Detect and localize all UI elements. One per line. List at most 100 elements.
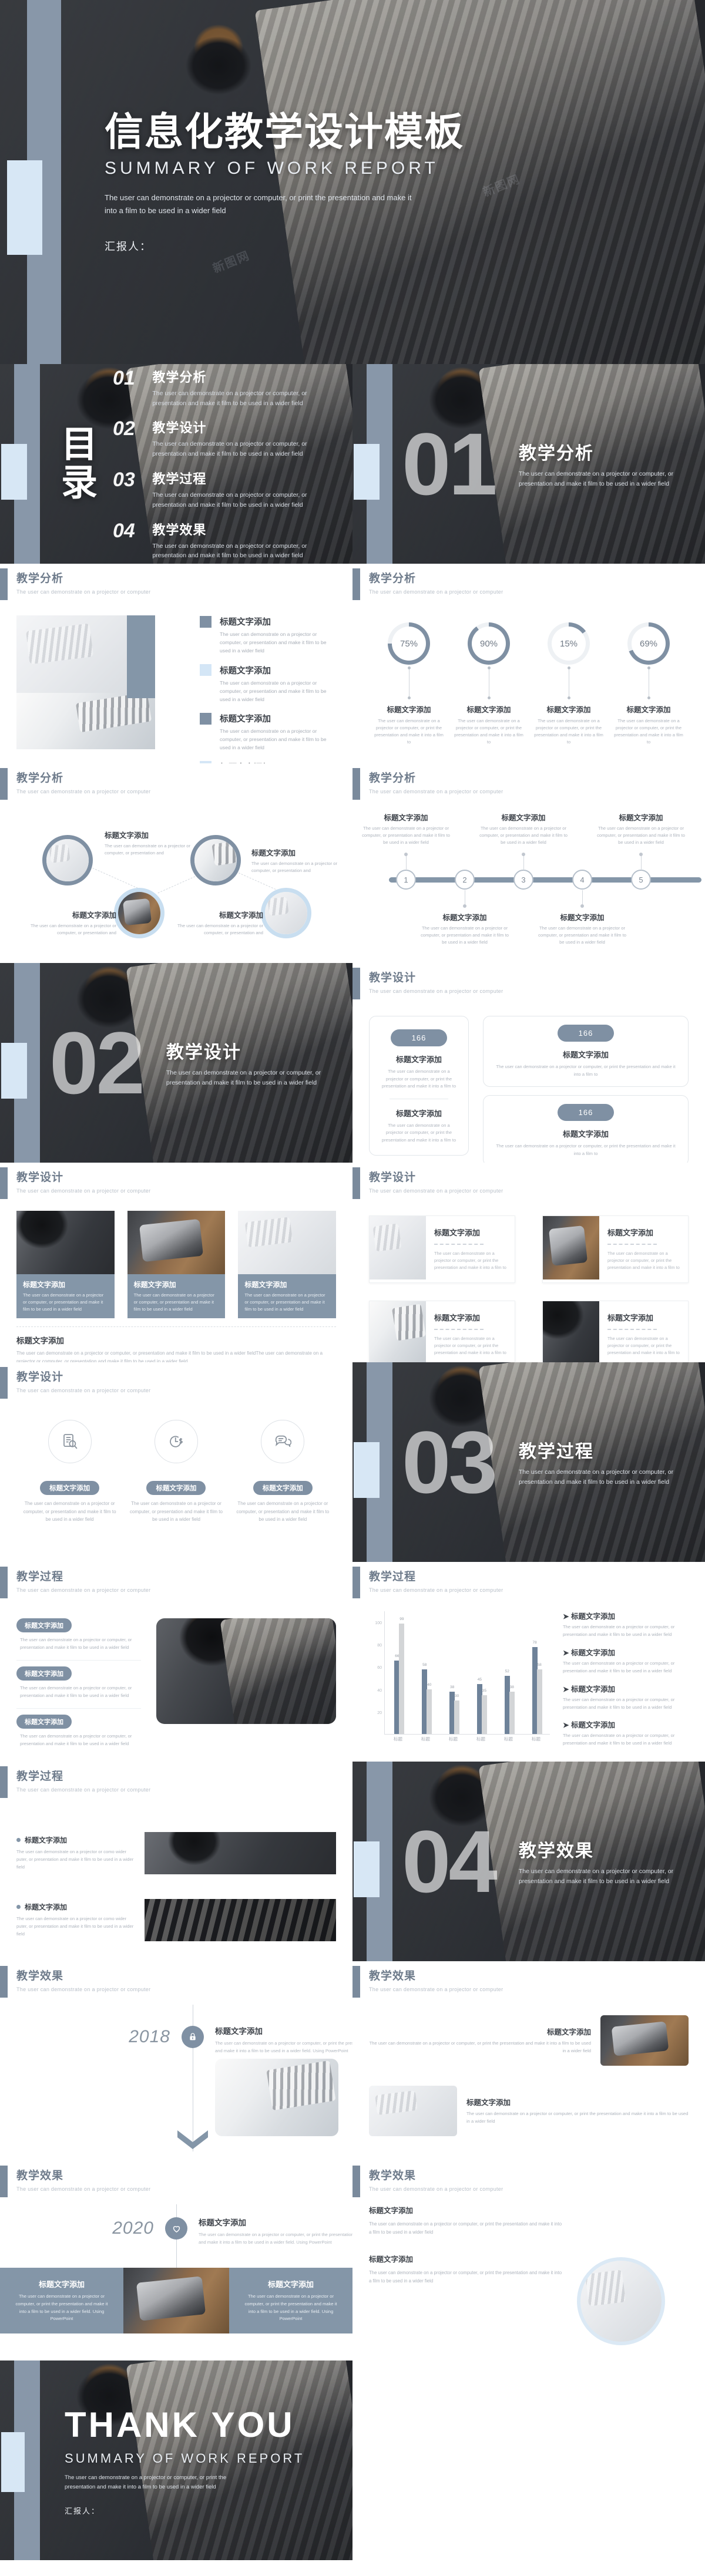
thanks-presenter: 汇报人： [65,2507,100,2516]
network-title: 标题文字添加 [251,849,296,857]
page-title: 教学分析 [369,573,417,585]
list-item-desc: The user can demonstrate on a projector … [20,1685,132,1698]
header-accent [352,968,360,999]
donut-title: 标题文字添加 [626,706,671,714]
timeline-title: 标题文字添加 [560,914,605,922]
thanks-title: THANK YOU [65,2405,295,2444]
toc-item[interactable]: 04 教学效果 The user can demonstrate on a pr… [113,520,311,561]
toc-item-desc: The user can demonstrate on a projector … [152,491,307,509]
network-node[interactable] [42,835,93,885]
icon-card-group: 标题文字添加 The user can demonstrate on a pro… [16,1406,336,1553]
toc-item[interactable]: 03 教学过程 The user can demonstrate on a pr… [113,469,311,510]
timeline-node[interactable]: 3 [513,870,533,890]
section-desc: The user can demonstrate on a projector … [518,1469,674,1486]
grid-card[interactable]: 标题文字添加 The user can demonstrate on a pro… [542,1215,689,1283]
slide-header: 教学设计 The user can demonstrate on a proje… [352,963,503,999]
band-image [123,2268,229,2333]
banner-row[interactable]: 标题文字添加 The user can demonstrate on a pro… [16,1899,336,1941]
card-title: 标题文字添加 [253,1481,313,1495]
section-number: 04 [402,1812,498,1911]
card-group: 166 标题文字添加 The user can demonstrate on a… [369,1006,689,1163]
bar: 38 [509,1685,515,1734]
toc-item-label: 教学设计 [152,420,207,436]
photo-card[interactable]: 标题文字添加 The user can demonstrate on a pro… [238,1211,337,1319]
page-title: 教学过程 [16,1770,64,1783]
list-item[interactable]: 标题文字添加 The user can demonstrate on a pro… [16,1618,141,1661]
banner-row[interactable]: 标题文字添加 The user can demonstrate on a pro… [16,1832,336,1874]
header-accent [0,568,8,600]
list-item[interactable]: ➤ 标题文字添加 The user can demonstrate on a p… [563,1646,689,1675]
grid-card[interactable]: 标题文字添加 The user can demonstrate on a pro… [369,1300,515,1362]
donut-item[interactable]: 75% 标题文字添加 The user can demonstrate on a… [372,622,445,754]
bar-value-label: 78 [532,1640,537,1645]
clock-dollar-icon [154,1420,198,1463]
list-item[interactable]: ➤ 标题文字添加 The user can demonstrate on a p… [563,1683,689,1712]
effect-row[interactable]: 标题文字添加 The user can demonstrate on a pro… [369,2015,689,2066]
heart-icon [165,2217,187,2240]
timeline-node[interactable]: 4 [572,870,592,890]
grid-card[interactable]: 标题文字添加 The user can demonstrate on a pro… [369,1215,515,1283]
slide-analysis-bullets: 教学分析 The user can demonstrate on a proje… [0,564,352,763]
list-item[interactable]: ➤ 标题文字添加 The user can demonstrate on a p… [563,1719,689,1747]
slide-header: 教学过程 The user can demonstrate on a proje… [0,1762,150,1798]
list-item[interactable]: 标题文字添加 The user can demonstrate on a pro… [16,1666,141,1709]
card[interactable]: 166 标题文字添加 The user can demonstrate on a… [483,1016,689,1087]
list-item[interactable]: 标题文字添加 The user can demonstrate on a pro… [200,615,336,655]
slide-process-pills: 教学过程 The user can demonstrate on a proje… [0,1562,352,1762]
icon-card[interactable]: 标题文字添加 The user can demonstrate on a pro… [21,1420,119,1553]
network-node[interactable] [114,888,164,938]
page-subtitle: The user can demonstrate on a projector … [16,589,151,595]
timeline-desc: The user can demonstrate on a projector … [538,925,626,945]
list-item[interactable]: ➤ 标题文字添加 The user can demonstrate on a p… [563,1610,689,1639]
toc-item[interactable]: 02 教学设计 The user can demonstrate on a pr… [113,417,311,459]
divider [434,1328,484,1330]
effect-row[interactable]: 标题文字添加 The user can demonstrate on a pro… [369,2086,689,2136]
thanks-accent-square [1,2432,25,2493]
donut-item[interactable]: 90% 标题文字添加 The user can demonstrate on a… [452,622,525,754]
card[interactable]: 166 标题文字添加 The user can demonstrate on a… [369,1016,469,1156]
page-title: 教学效果 [369,1970,417,1982]
icon-card[interactable]: 标题文字添加 The user can demonstrate on a pro… [233,1420,332,1553]
card-desc: The user can demonstrate on a projector … [23,1501,116,1523]
list-item[interactable]: 标题文字添加 The user can demonstrate on a pro… [16,1714,141,1756]
slide-effect-last: 教学效果 The user can demonstrate on a proje… [352,2161,705,2361]
connector-dot [580,904,584,908]
page-title: 教学分析 [16,772,64,784]
grid-card[interactable]: 标题文字添加 The user can demonstrate on a pro… [542,1300,689,1362]
bullet-dot-icon [16,1838,21,1843]
slide-header: 教学过程 The user can demonstrate on a proje… [352,1562,503,1598]
slide-toc: 目录 01 教学分析 The user can demonstrate on a… [0,364,352,564]
section-desc: The user can demonstrate on a projector … [518,470,674,487]
timeline-desc: The user can demonstrate on a projector … [421,925,509,945]
list-item[interactable]: 标题文字添加 The user can demonstrate on a pro… [200,664,336,704]
effect-circle-image [577,2257,665,2345]
toc-item[interactable]: 01 教学分析 The user can demonstrate on a pr… [113,367,311,409]
timeline-node[interactable]: 5 [631,870,651,890]
network-node[interactable] [261,888,311,938]
timeline-node[interactable]: 2 [455,870,475,890]
bar-value-label: 45 [477,1677,482,1682]
slide-body: 标题文字添加 The user can demonstrate on a pro… [16,607,336,763]
donut-desc: The user can demonstrate on a projector … [454,718,523,745]
header-accent [0,1766,8,1798]
network-desc: The user can demonstrate on a projector … [105,843,191,856]
photo-card[interactable]: 标题文字添加 The user can demonstrate on a pro… [127,1211,226,1319]
page-subtitle: The user can demonstrate on a projector … [369,789,503,794]
bar: 35 [481,1689,487,1734]
block-title: 标题文字添加 [369,2255,414,2264]
icon-card[interactable]: 标题文字添加 The user can demonstrate on a pro… [127,1420,226,1553]
donut-value: 69% [639,638,658,649]
x-axis-tick: 标题 [421,1736,430,1742]
timeline-node[interactable]: 1 [396,870,416,890]
slide-process-banners: 教学过程 The user can demonstrate on a proje… [0,1762,352,1961]
card[interactable]: 166 标题文字添加 The user can demonstrate on a… [483,1095,689,1163]
donut-ring: 75% [388,622,430,665]
analysis-image [16,615,155,749]
donut-item[interactable]: 15% 标题文字添加 The user can demonstrate on a… [532,622,605,754]
list-item[interactable]: 标题文字添加 The user can demonstrate on a pro… [200,712,336,752]
divider [16,1326,336,1328]
photo-card[interactable]: 标题文字添加 The user can demonstrate on a pro… [16,1211,115,1319]
donut-item[interactable]: 69% 标题文字添加 The user can demonstrate on a… [612,622,685,754]
list-item-title: 标题文字添加 [16,1714,72,1729]
header-accent [0,1966,8,1998]
